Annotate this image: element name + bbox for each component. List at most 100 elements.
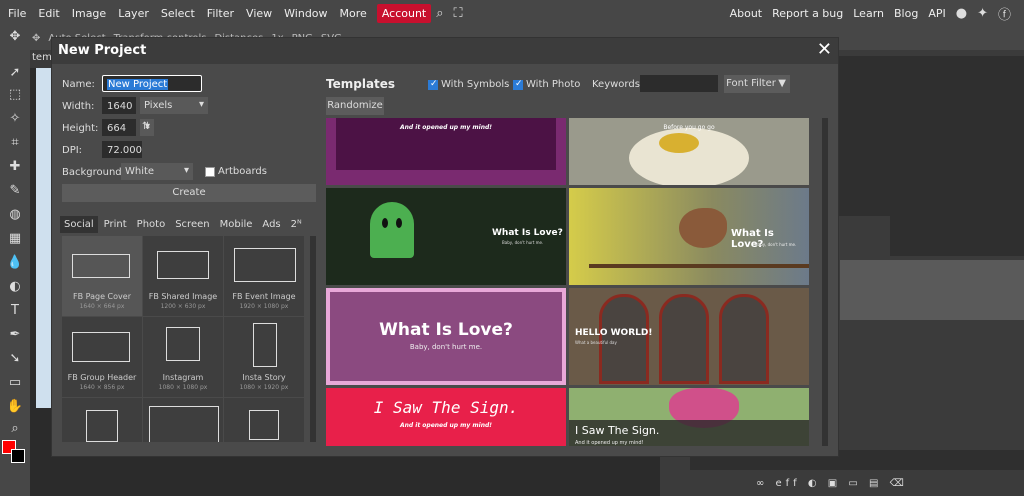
template-title: HELLO WORLD!: [575, 328, 653, 338]
with-photo-checkbox[interactable]: [513, 79, 523, 90]
menu-blog[interactable]: Blog: [889, 4, 923, 23]
menu-file[interactable]: File: [2, 4, 32, 23]
menu-learn[interactable]: Learn: [848, 4, 889, 23]
template-thumb[interactable]: I Saw The Sign. And it opened up my mind…: [326, 388, 566, 446]
reddit-icon[interactable]: ●: [956, 6, 967, 21]
artboards-label: Artboards: [218, 166, 267, 177]
text-icon[interactable]: T: [6, 302, 24, 320]
with-photo-label: With Photo: [526, 79, 581, 90]
preset-instagram[interactable]: Instagram 1080 × 1080 px: [143, 317, 223, 397]
search-icon[interactable]: ⌕: [436, 6, 443, 21]
preset-frame: [72, 254, 130, 278]
menu-edit[interactable]: Edit: [32, 4, 65, 23]
template-subtitle: Baby, don't hurt me.: [502, 240, 544, 245]
dpi-input[interactable]: 72.000: [102, 141, 142, 158]
name-input[interactable]: New Project: [102, 75, 202, 92]
preset-grid: FB Page Cover 1640 × 664 px FB Shared Im…: [62, 236, 308, 442]
template-thumb[interactable]: What Is Love? Baby, don't hurt me.: [569, 188, 809, 285]
height-input[interactable]: 664: [102, 119, 136, 136]
select-arrow-icon[interactable]: ➚: [6, 64, 24, 82]
randomize-button[interactable]: Randomize: [326, 97, 384, 115]
with-symbols-label: With Symbols: [441, 79, 510, 90]
tab-social[interactable]: Social: [60, 216, 98, 233]
layers-footer-icons[interactable]: ∞ eff ◐ ▣ ▭ ▤ ⌫: [756, 478, 908, 489]
preset-name: FB Shared Image: [148, 292, 218, 301]
menu-more[interactable]: More: [334, 4, 373, 23]
template-title: What Is Love?: [492, 228, 563, 238]
unit-select[interactable]: Pixels: [140, 97, 208, 114]
dodge-icon[interactable]: ◐: [6, 278, 24, 296]
new-project-dialog: New Project ✕ Name: New Project Width: 1…: [52, 38, 838, 456]
eraser-icon[interactable]: ◍: [6, 206, 24, 224]
hand-icon[interactable]: ✋: [6, 398, 24, 416]
menu-filter[interactable]: Filter: [201, 4, 240, 23]
magic-wand-icon[interactable]: ✧: [6, 110, 24, 128]
close-icon[interactable]: ✕: [817, 39, 832, 60]
crop-icon[interactable]: ⌗: [6, 134, 24, 152]
tab-photo[interactable]: Photo: [133, 216, 170, 233]
preset-size: 1640 × 664 px: [79, 303, 125, 310]
zoom-icon[interactable]: ⌕: [6, 420, 24, 438]
template-subtitle: What a beautiful day: [575, 340, 617, 345]
tab-screen[interactable]: Screen: [171, 216, 213, 233]
preset-next-2[interactable]: [143, 398, 223, 442]
twitter-icon[interactable]: ✦: [977, 6, 988, 21]
shape-icon[interactable]: ▭: [6, 374, 24, 392]
tab-more[interactable]: 2ᴺ: [287, 216, 306, 233]
dpi-label: DPI:: [62, 145, 83, 156]
preset-insta-story[interactable]: Insta Story 1080 × 1920 px: [224, 317, 304, 397]
marquee-icon[interactable]: ⬚: [6, 86, 24, 104]
path-select-icon[interactable]: ➘: [6, 350, 24, 368]
menu-view[interactable]: View: [240, 4, 278, 23]
background-select[interactable]: White: [121, 163, 193, 180]
template-thumb[interactable]: Before you go go: [569, 118, 809, 185]
preset-fb-shared-image[interactable]: FB Shared Image 1200 × 630 px: [143, 236, 223, 316]
template-thumb[interactable]: I Saw The Sign. And it opened up my mind…: [569, 388, 809, 446]
blur-icon[interactable]: 💧: [6, 254, 24, 272]
move-tool-icon[interactable]: ✥: [6, 28, 24, 46]
menu-image[interactable]: Image: [66, 4, 112, 23]
menu-select[interactable]: Select: [155, 4, 201, 23]
background-label: Background:: [62, 167, 126, 178]
swap-dimensions-icon[interactable]: ⇅: [140, 119, 154, 136]
menu-report-bug[interactable]: Report a bug: [767, 4, 848, 23]
background-color[interactable]: [11, 449, 25, 463]
tab-print[interactable]: Print: [100, 216, 131, 233]
preset-fb-group-header[interactable]: FB Group Header 1640 × 856 px: [62, 317, 142, 397]
preset-next-1[interactable]: [62, 398, 142, 442]
template-thumb[interactable]: And it opened up my mind!: [326, 118, 566, 185]
preset-fb-page-cover[interactable]: FB Page Cover 1640 × 664 px: [62, 236, 142, 316]
healing-icon[interactable]: ✚: [6, 158, 24, 176]
tab-ads[interactable]: Ads: [258, 216, 284, 233]
preset-next-3[interactable]: [224, 398, 304, 442]
templates-scrollbar[interactable]: [822, 118, 828, 446]
gradient-icon[interactable]: ▦: [6, 230, 24, 248]
template-thumb[interactable]: HELLO WORLD! What a beautiful day: [569, 288, 809, 385]
preset-scrollbar[interactable]: [310, 236, 316, 442]
create-button[interactable]: Create: [62, 184, 316, 202]
keywords-input[interactable]: [640, 75, 718, 92]
menu-layer[interactable]: Layer: [112, 4, 155, 23]
fullscreen-icon[interactable]: ⛶: [454, 6, 463, 21]
template-subtitle: Before you go go: [663, 124, 715, 131]
menu-api[interactable]: API: [923, 4, 950, 23]
tab-mobile[interactable]: Mobile: [216, 216, 257, 233]
with-symbols-checkbox[interactable]: [428, 79, 438, 90]
template-thumb[interactable]: What Is Love? Baby, don't hurt me.: [326, 288, 566, 385]
preset-frame: [253, 323, 277, 367]
menu-window[interactable]: Window: [278, 4, 333, 23]
bird-icon: [679, 208, 727, 248]
preset-fb-event-image[interactable]: FB Event Image 1920 × 1080 px: [224, 236, 304, 316]
preset-name: FB Page Cover: [73, 292, 131, 301]
artboards-checkbox[interactable]: [205, 167, 215, 177]
brush-icon[interactable]: ✎: [6, 182, 24, 200]
account-button[interactable]: Account: [376, 3, 432, 23]
menu-about[interactable]: About: [725, 4, 768, 23]
template-thumb[interactable]: What Is Love? Baby, don't hurt me.: [326, 188, 566, 285]
width-input[interactable]: 1640: [102, 97, 136, 114]
font-filter-button[interactable]: Font Filter ▼: [724, 75, 790, 93]
pen-icon[interactable]: ✒: [6, 326, 24, 344]
facebook-icon[interactable]: ⓕ: [998, 4, 1011, 23]
dialog-header: New Project ✕: [52, 38, 838, 64]
layer-row[interactable]: [840, 260, 1024, 320]
